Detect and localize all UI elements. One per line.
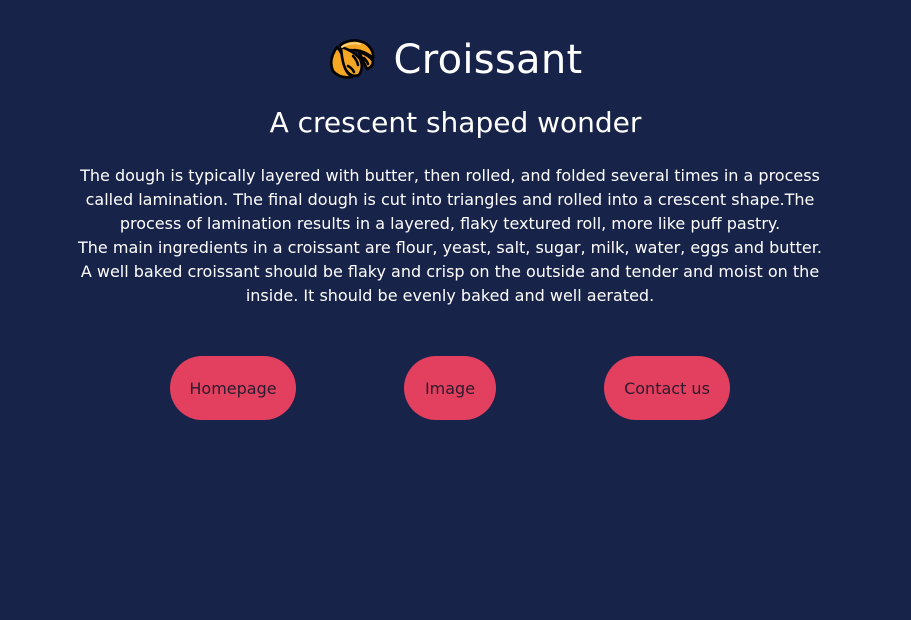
description-paragraph-1: The dough is typically layered with butt… bbox=[80, 166, 820, 233]
homepage-button[interactable]: Homepage bbox=[170, 356, 296, 420]
description-paragraph-3: A well baked croissant should be flaky a… bbox=[80, 262, 820, 305]
contact-us-button[interactable]: Contact us bbox=[604, 356, 730, 420]
page-title: Croissant bbox=[393, 37, 583, 83]
croissant-icon bbox=[330, 39, 375, 79]
image-button[interactable]: Image bbox=[404, 356, 496, 420]
description-paragraph-2: The main ingredients in a croissant are … bbox=[78, 238, 822, 257]
page-subtitle: A crescent shaped wonder bbox=[269, 106, 642, 139]
description-text: The dough is typically layered with butt… bbox=[60, 164, 840, 308]
page-header: Croissant bbox=[0, 34, 911, 86]
